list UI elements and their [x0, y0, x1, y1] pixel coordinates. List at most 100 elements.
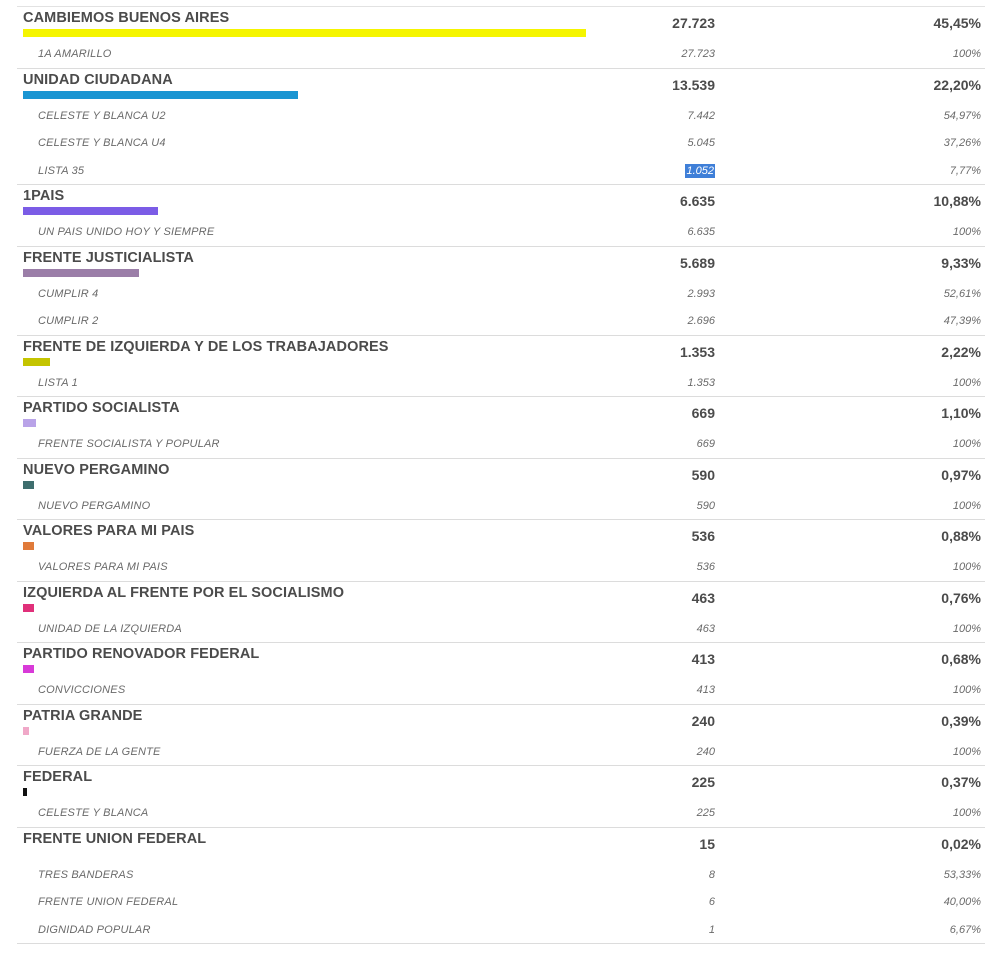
list-votes: 669	[696, 438, 715, 450]
list-row: DIGNIDAD POPULAR 1 6,67%	[17, 916, 985, 944]
list-name: CONVICCIONES	[38, 684, 126, 696]
party-vote-bar	[23, 665, 34, 673]
party-name: FRENTE JUSTICIALISTA	[23, 249, 194, 266]
list-percentage: 100%	[952, 376, 981, 389]
party-name: NUEVO PERGAMINO	[23, 461, 170, 478]
list-percentage: 100%	[952, 745, 981, 758]
list-name: FRENTE SOCIALISTA Y POPULAR	[38, 438, 220, 450]
party-vote-bar	[23, 542, 34, 550]
list-percentage: 100%	[952, 438, 981, 450]
list-name: UNIDAD DE LA IZQUIERDA	[38, 622, 182, 635]
party-vote-bar	[23, 357, 50, 366]
list-name: UN PAIS UNIDO HOY Y SIEMPRE	[38, 226, 215, 238]
party-percentage: 45,45%	[933, 15, 981, 31]
party-percentage: 0,37%	[941, 774, 981, 790]
list-name: VALORES PARA MI PAIS	[38, 561, 168, 573]
list-name: LISTA 1	[38, 376, 78, 389]
party-vote-bar	[23, 419, 36, 427]
list-name: CUMPLIR 4	[38, 287, 99, 300]
party-percentage: 0,88%	[941, 528, 981, 544]
list-row: FRENTE SOCIALISTA Y POPULAR 669 100%	[17, 430, 985, 458]
list-percentage: 100%	[952, 807, 981, 819]
party-block: PARTIDO RENOVADOR FEDERAL 413 0,68% CONVICC…	[17, 643, 985, 705]
list-votes: 1.353	[687, 376, 715, 389]
party-votes: 1.353	[679, 343, 715, 360]
list-name: CUMPLIR 2	[38, 315, 99, 327]
party-row: IZQUIERDA AL FRENTE POR EL SOCIALISMO 463…	[17, 582, 985, 615]
party-row: FRENTE JUSTICIALISTA 5.689 9,33%	[17, 247, 985, 280]
list-percentage: 100%	[952, 622, 981, 635]
party-row: FRENTE DE IZQUIERDA Y DE LOS TRABAJADORE…	[17, 336, 985, 369]
party-block: FEDERAL 225 0,37% CELESTE Y BLANCA 225 100%	[17, 766, 985, 828]
list-name: CELESTE Y BLANCA U2	[38, 109, 166, 122]
list-percentage: 52,61%	[943, 287, 981, 300]
list-percentage: 40,00%	[943, 896, 981, 908]
list-percentage: 100%	[952, 48, 981, 60]
list-percentage: 7,77%	[949, 164, 981, 177]
list-name: DIGNIDAD POPULAR	[38, 923, 151, 936]
list-percentage: 54,97%	[943, 109, 981, 122]
list-row: 1A AMARILLO 27.723 100%	[17, 40, 985, 68]
party-name: 1PAIS	[23, 188, 65, 204]
list-votes: 240	[696, 745, 715, 758]
party-name: PARTIDO RENOVADOR FEDERAL	[23, 646, 260, 662]
party-name: IZQUIERDA AL FRENTE POR EL SOCIALISMO	[23, 584, 345, 601]
party-vote-bar	[23, 268, 139, 277]
party-row: NUEVO PERGAMINO 590 0,97%	[17, 459, 985, 492]
list-votes: 6.635	[687, 226, 715, 238]
list-row: NUEVO PERGAMINO 590 100%	[17, 492, 985, 520]
party-name: PARTIDO SOCIALISTA	[23, 400, 180, 416]
party-votes: 15	[699, 835, 715, 852]
party-row: PARTIDO RENOVADOR FEDERAL 413 0,68%	[17, 643, 985, 676]
list-row: LISTA 1 1.353 100%	[17, 369, 985, 397]
list-row: TRES BANDERAS 8 53,33%	[17, 861, 985, 889]
party-votes: 536	[691, 528, 715, 544]
party-vote-bar	[23, 603, 34, 612]
party-votes: 669	[691, 405, 715, 421]
party-votes: 463	[691, 589, 715, 606]
party-row: PARTIDO SOCIALISTA 669 1,10%	[17, 397, 985, 430]
party-votes: 413	[691, 651, 715, 667]
list-name: NUEVO PERGAMINO	[38, 499, 151, 512]
list-votes: 536	[696, 561, 715, 573]
list-votes: 590	[696, 499, 715, 512]
list-percentage: 100%	[952, 684, 981, 696]
list-row: UN PAIS UNIDO HOY Y SIEMPRE 6.635 100%	[17, 218, 985, 246]
party-votes: 240	[691, 712, 715, 729]
party-percentage: 0,97%	[941, 466, 981, 483]
party-name: FEDERAL	[23, 769, 93, 785]
list-percentage: 47,39%	[943, 315, 981, 327]
list-percentage: 6,67%	[949, 923, 981, 936]
list-row: FRENTE UNION FEDERAL 6 40,00%	[17, 888, 985, 916]
party-row: PATRIA GRANDE 240 0,39%	[17, 705, 985, 738]
party-name: UNIDAD CIUDADANA	[23, 71, 173, 88]
party-block: 1PAIS 6.635 10,88% UN PAIS UNIDO HOY Y SIEM…	[17, 185, 985, 247]
party-row: UNIDAD CIUDADANA 13.539 22,20%	[17, 69, 985, 102]
party-row: CAMBIEMOS BUENOS AIRES 27.723 45,45%	[17, 7, 985, 40]
list-row: VALORES PARA MI PAIS 536 100%	[17, 553, 985, 581]
list-votes: 6	[708, 896, 715, 908]
party-block: PATRIA GRANDE 240 0,39% FUERZA DE LA GENTE 2…	[17, 705, 985, 766]
party-name: FRENTE UNION FEDERAL	[23, 830, 207, 847]
party-percentage: 0,39%	[941, 712, 981, 729]
list-row: CUMPLIR 2 2.696 47,39%	[17, 307, 985, 335]
party-block: FRENTE DE IZQUIERDA Y DE LOS TRABAJADORE…	[17, 336, 985, 397]
party-row: VALORES PARA MI PAIS 536 0,88%	[17, 520, 985, 553]
party-block: NUEVO PERGAMINO 590 0,97% NUEVO PERGAMINO 59…	[17, 459, 985, 520]
party-name: PATRIA GRANDE	[23, 707, 143, 724]
list-percentage: 37,26%	[943, 137, 981, 149]
party-name: CAMBIEMOS BUENOS AIRES	[23, 10, 230, 26]
party-row: 1PAIS 6.635 10,88%	[17, 185, 985, 218]
party-vote-bar	[23, 207, 158, 215]
list-votes: 413	[696, 684, 715, 696]
party-row: FEDERAL 225 0,37%	[17, 766, 985, 799]
list-percentage: 100%	[952, 561, 981, 573]
party-votes: 27.723	[672, 15, 715, 31]
list-row: FUERZA DE LA GENTE 240 100%	[17, 738, 985, 766]
list-row: CONVICCIONES 413 100%	[17, 676, 985, 704]
party-block: PARTIDO SOCIALISTA 669 1,10% FRENTE SOCIALI…	[17, 397, 985, 459]
party-votes: 13.539	[672, 76, 715, 93]
party-vote-bar	[23, 29, 586, 37]
list-name: CELESTE Y BLANCA	[38, 807, 149, 819]
list-row: UNIDAD DE LA IZQUIERDA 463 100%	[17, 615, 985, 643]
